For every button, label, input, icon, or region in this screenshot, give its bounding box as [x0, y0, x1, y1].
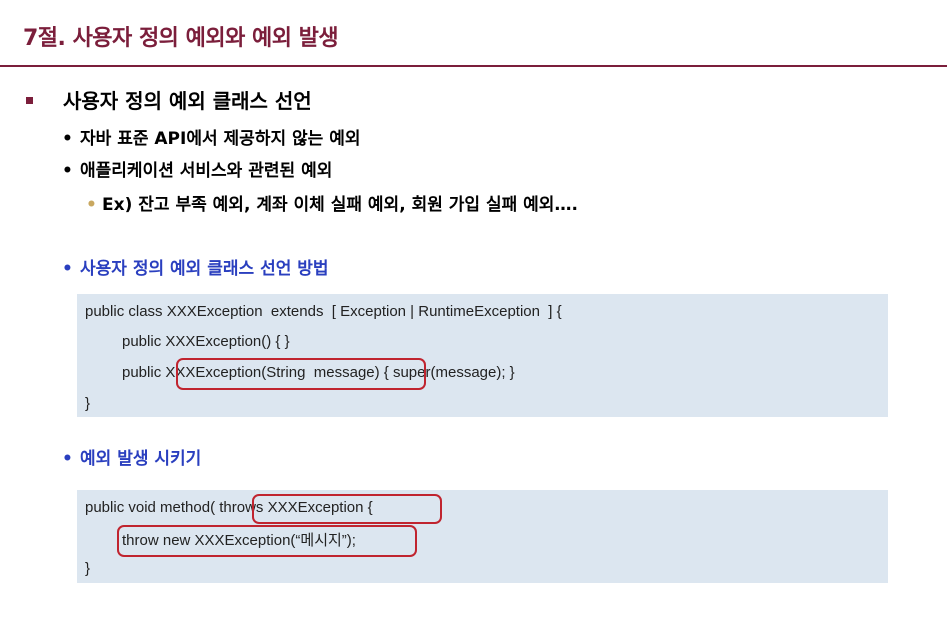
code-text: public	[122, 364, 166, 381]
code-line: }	[85, 395, 91, 412]
bullet-dot-icon: •	[62, 161, 73, 181]
title-divider	[0, 65, 947, 67]
throwing-heading-row: • 예외 발생 시키기	[62, 444, 201, 469]
sub-bullet-text: Ex) 잔고 부족 예외, 계좌 이체 실패 예외, 회원 가입 실패 예외….	[102, 195, 578, 215]
page-title: 7절. 사용자 정의 예외와 예외 발생	[23, 26, 339, 51]
sub-bullet-dot-icon: •	[86, 195, 97, 215]
bullet-dot-icon: •	[62, 129, 73, 149]
square-bullet-icon	[26, 97, 33, 104]
code-line: public XXXException() { }	[122, 333, 290, 350]
bullet-dot-icon: •	[62, 449, 73, 469]
highlight-box	[252, 494, 442, 524]
code-line: public class XXXException extends [ Exce…	[85, 303, 562, 320]
bullet-item: • 자바 표준 API에서 제공하지 않는 예외	[62, 124, 361, 149]
throwing-code-block: public void method( throws XXXException …	[77, 490, 888, 583]
bullet-text: 자바 표준 API에서 제공하지 않는 예외	[80, 129, 361, 149]
highlight-box	[117, 525, 417, 557]
sub-bullet-item: • Ex) 잔고 부족 예외, 계좌 이체 실패 예외, 회원 가입 실패 예외……	[86, 190, 578, 215]
code-line: }	[85, 560, 91, 577]
declare-heading: 사용자 정의 예외 클래스 선언 방법	[80, 259, 329, 279]
highlight-box	[176, 358, 426, 390]
bullet-dot-icon: •	[62, 259, 73, 279]
section-heading: 사용자 정의 예외 클래스 선언	[63, 89, 312, 113]
bullet-text: 애플리케이션 서비스와 관련된 예외	[80, 161, 333, 181]
code-text: public void method(	[85, 499, 216, 516]
throwing-heading: 예외 발생 시키기	[80, 449, 202, 469]
declare-heading-row: • 사용자 정의 예외 클래스 선언 방법	[62, 254, 329, 279]
bullet-item: • 애플리케이션 서비스와 관련된 예외	[62, 156, 332, 181]
section-heading-row: 사용자 정의 예외 클래스 선언	[26, 85, 312, 114]
declare-code-block: public class XXXException extends [ Exce…	[77, 294, 888, 417]
